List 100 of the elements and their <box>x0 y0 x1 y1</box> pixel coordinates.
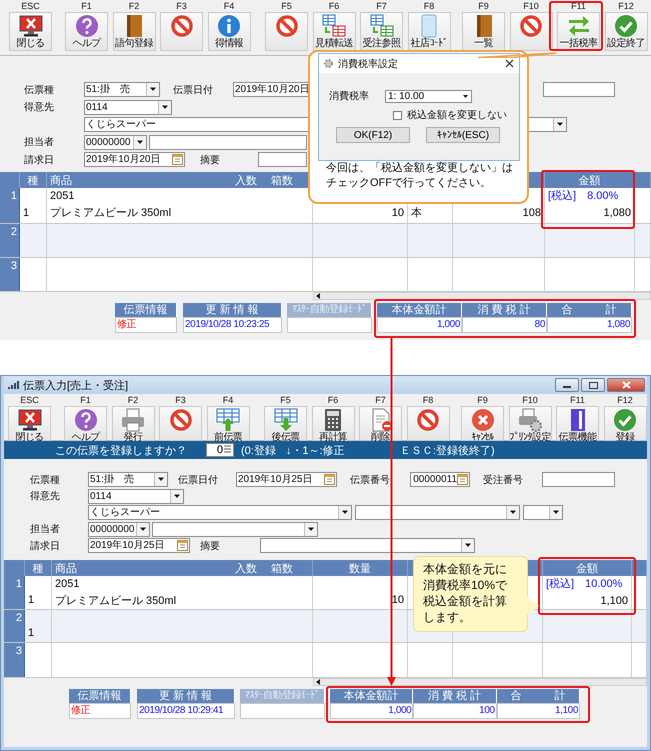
function-key-label: F3 <box>175 395 186 406</box>
table-cell-text: 1,100 <box>599 594 629 609</box>
total-value: 1,100 <box>496 703 580 719</box>
total-header: 消 費 税 計 <box>413 689 497 703</box>
field-label: 得意先 <box>30 490 61 503</box>
toolbar-button[interactable]: 一覧 <box>462 12 505 51</box>
dropdown[interactable]: 00000000 <box>88 522 150 536</box>
info-header: 更 新 情 報 <box>137 689 235 703</box>
toolbar-button[interactable]: 一括税率 <box>557 12 600 51</box>
function-key-label: F12 <box>618 1 634 12</box>
callout-text: 今回は、「税込金額を変更しない」は <box>325 161 514 176</box>
field-label: 伝票種 <box>24 84 55 96</box>
toolbar-button[interactable]: ヘルプ <box>64 406 107 441</box>
field-label: 請求日 <box>24 154 55 166</box>
table-cell-text: 1 <box>22 206 30 221</box>
dialog-button[interactable]: OK(F12) <box>336 127 410 143</box>
prompt-text: この伝票を登録しますか？ <box>55 444 187 458</box>
toolbar-button[interactable]: 登録 <box>604 406 646 441</box>
function-key-label: F1 <box>81 1 92 12</box>
function-key-label: F12 <box>617 395 633 406</box>
toolbar-button[interactable]: 得情報 <box>208 12 250 51</box>
info-header: 伝票情報 <box>115 303 177 317</box>
date-field[interactable]: 2019年10月25日 <box>236 472 337 487</box>
input-field[interactable]: 0 <box>206 443 234 457</box>
toolbar-button[interactable]: 社店ｺｰﾄﾞ <box>408 12 450 51</box>
function-key-label: F5 <box>281 1 292 12</box>
field-label: 摘要 <box>200 540 221 552</box>
row-number: 1 <box>4 576 25 609</box>
column-header: 金額 <box>576 562 598 576</box>
toolbar-button[interactable]: ｷｬﾝｾﾙ <box>461 406 504 441</box>
column-header: 箱数 <box>271 174 293 188</box>
field-label: 摘要 <box>200 154 221 166</box>
toolbar-button[interactable]: ﾌﾟﾘﾝﾀ設定 <box>508 406 552 441</box>
function-key-label: F9 <box>478 1 489 12</box>
function-key-label: ESC <box>21 1 40 12</box>
row-number: 3 <box>4 643 25 677</box>
table-cell-text: 10 <box>390 593 405 608</box>
toolbar-button[interactable]: 前伝票 <box>206 406 250 441</box>
date-field[interactable]: 2019年10月25日 <box>88 538 190 553</box>
total-value: 1,000 <box>330 703 414 719</box>
total-header: 合 計 <box>496 689 580 703</box>
function-key-label: F11 <box>571 1 586 12</box>
function-key-label: F8 <box>422 395 434 406</box>
toolbar-button[interactable]: 削除 <box>359 406 402 441</box>
toolbar-button[interactable]: ヘルプ <box>65 12 108 51</box>
toolbar-button[interactable]: 伝票機能 <box>556 406 599 441</box>
field-label: 得意先 <box>24 100 55 114</box>
row-number: 2 <box>0 224 20 257</box>
number-field[interactable]: 00000011 <box>410 472 470 487</box>
function-key-label: F4 <box>222 395 234 406</box>
info-header: 更 新 情 報 <box>183 303 282 317</box>
field-label: 消費税率 <box>329 90 369 103</box>
toolbar-button[interactable]: 語句登録 <box>112 12 156 51</box>
column-header: 商品 <box>50 174 72 188</box>
prompt-hint: ↓・1～:修正 <box>286 444 345 458</box>
toolbar-button[interactable]: 受注参照 <box>360 12 403 51</box>
callout-text: 本体金額を元に <box>423 561 508 577</box>
table-cell-text: [税込] 8.00% <box>547 189 620 204</box>
dropdown[interactable]: 00000000 <box>84 134 147 150</box>
row-number: 2 <box>4 610 25 642</box>
date-field[interactable]: 2019年10月20日 <box>84 152 185 167</box>
column-header: 数量 <box>349 562 371 576</box>
table-cell-text: 2051 <box>49 189 76 204</box>
dialog-title: 消費税率設定 <box>338 58 398 70</box>
toolbar-button[interactable]: 再計算 <box>312 406 354 441</box>
toolbar-button[interactable]: 発行 <box>112 406 154 441</box>
table-cell-text: 2051 <box>54 577 80 592</box>
column-header: 種 <box>32 562 44 576</box>
dropdown[interactable]: 51:掛 売 <box>88 472 168 487</box>
dropdown[interactable]: 0114 <box>84 100 172 114</box>
total-value: 1,000 <box>377 317 462 333</box>
prompt-hint: (0:登録 <box>241 444 276 458</box>
column-header: 商品 <box>55 562 77 576</box>
dropdown[interactable]: 51:掛 売 <box>84 82 160 97</box>
dropdown[interactable]: くじらスーパー <box>88 505 352 520</box>
dropdown[interactable]: 0114 <box>88 488 184 504</box>
field-label: 担当者 <box>30 522 61 536</box>
column-header: 種 <box>28 174 38 188</box>
field-label: 伝票番号 <box>350 474 391 486</box>
callout-text: チェックOFFで行ってください。 <box>325 176 492 191</box>
function-key-label: F8 <box>424 1 434 12</box>
function-key-label: F1 <box>80 395 91 406</box>
table-cell-text: 本 <box>410 206 423 221</box>
dialog-button[interactable]: ｷｬﾝｾﾙ(ESC) <box>426 127 500 143</box>
table-cell-text: [税込] 10.00% <box>545 577 624 592</box>
function-key-label: F10 <box>522 395 538 406</box>
function-key-label: ESC <box>20 395 39 406</box>
toolbar-button[interactable]: 閉じる <box>9 12 52 51</box>
function-key-label: F9 <box>477 395 488 406</box>
function-key-label: F7 <box>375 395 386 406</box>
function-key-label: F3 <box>176 1 187 12</box>
toolbar-button[interactable]: 設定終了 <box>604 12 648 51</box>
function-key-label: F6 <box>328 1 340 12</box>
info-value: 2019/10/28 10:23:25 <box>183 317 282 333</box>
table-cell-text: 1 <box>27 626 36 641</box>
table-cell-text: 1,080 <box>602 206 632 221</box>
toolbar-button[interactable]: 後伝票 <box>264 406 307 441</box>
dropdown[interactable]: 1: 10.00 <box>385 90 472 102</box>
toolbar-button[interactable]: 見積転送 <box>312 12 356 51</box>
total-value: 100 <box>413 703 497 719</box>
